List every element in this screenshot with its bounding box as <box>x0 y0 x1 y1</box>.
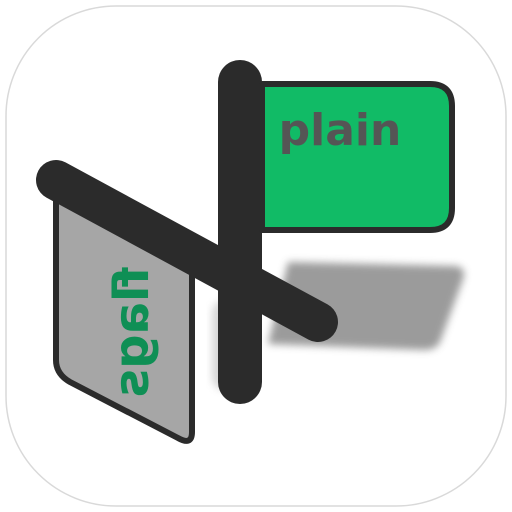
app-icon: flags plain <box>0 0 512 512</box>
front-flag-label: plain <box>279 105 402 156</box>
app-icon-graphic: flags plain <box>5 5 507 507</box>
back-flag-label: flags <box>104 267 160 398</box>
